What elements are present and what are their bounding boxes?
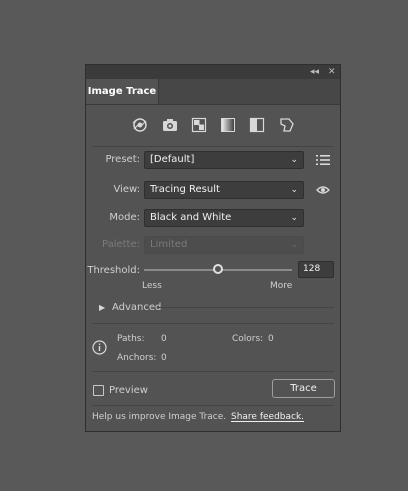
threshold-input[interactable]: 128 xyxy=(298,261,334,278)
colors-label: Colors: xyxy=(232,334,264,344)
chevron-down-icon: ⌄ xyxy=(290,213,298,223)
image-trace-panel: ◂◂ ✕ Image Trace Preset: [Default] ⌄ Vie… xyxy=(85,64,341,432)
disclosure-triangle-icon[interactable]: ▶ xyxy=(99,303,105,312)
anchors-value: 0 xyxy=(161,353,167,363)
colors-value: 0 xyxy=(268,334,274,344)
divider xyxy=(92,405,334,406)
palette-value: Limited xyxy=(150,239,188,250)
threshold-more-label: More xyxy=(270,281,293,291)
divider xyxy=(92,323,334,324)
info-icon xyxy=(92,340,107,358)
advanced-label[interactable]: Advanced xyxy=(112,302,161,313)
anchors-label: Anchors: xyxy=(117,353,157,363)
preset-icon-row xyxy=(86,115,340,135)
threshold-slider-knob[interactable] xyxy=(213,264,223,274)
panel-tab-row: Image Trace xyxy=(86,79,340,105)
eye-icon[interactable] xyxy=(314,181,332,199)
palette-dropdown: Limited ⌄ xyxy=(144,236,304,254)
low-color-icon[interactable] xyxy=(189,115,209,135)
chevron-down-icon: ⌄ xyxy=(290,155,298,165)
threshold-label: Threshold: xyxy=(87,265,140,276)
grayscale-icon[interactable] xyxy=(218,115,238,135)
preview-checkbox[interactable] xyxy=(93,385,104,396)
close-icon[interactable]: ✕ xyxy=(328,66,336,78)
black-white-icon[interactable] xyxy=(247,115,267,135)
preset-dropdown[interactable]: [Default] ⌄ xyxy=(144,151,304,169)
preset-label: Preset: xyxy=(105,154,140,165)
threshold-less-label: Less xyxy=(142,281,162,291)
footer-text: Help us improve Image Trace. xyxy=(92,412,227,422)
high-color-icon[interactable] xyxy=(160,115,180,135)
paths-label: Paths: xyxy=(117,334,145,344)
palette-label: Palette: xyxy=(101,239,140,250)
chevron-down-icon: ⌄ xyxy=(290,185,298,195)
share-feedback-link[interactable]: Share feedback. xyxy=(231,412,304,422)
tab-image-trace[interactable]: Image Trace xyxy=(86,79,159,104)
outline-icon[interactable] xyxy=(277,115,297,135)
view-dropdown[interactable]: Tracing Result ⌄ xyxy=(144,181,304,199)
divider xyxy=(92,371,334,372)
mode-dropdown[interactable]: Black and White ⌄ xyxy=(144,209,304,227)
preset-value: [Default] xyxy=(150,154,195,165)
trace-button[interactable]: Trace xyxy=(272,379,335,398)
divider xyxy=(92,146,334,147)
view-label: View: xyxy=(113,184,140,195)
preset-list-icon[interactable] xyxy=(314,151,332,169)
chevron-down-icon: ⌄ xyxy=(290,240,298,250)
collapse-icon[interactable]: ◂◂ xyxy=(310,66,319,78)
preview-label[interactable]: Preview xyxy=(109,385,148,396)
view-value: Tracing Result xyxy=(150,184,220,195)
mode-value: Black and White xyxy=(150,212,232,223)
panel-titlebar[interactable]: ◂◂ ✕ xyxy=(86,65,340,80)
paths-value: 0 xyxy=(161,334,167,344)
auto-color-icon[interactable] xyxy=(130,115,150,135)
mode-label: Mode: xyxy=(109,212,140,223)
divider xyxy=(158,307,334,308)
